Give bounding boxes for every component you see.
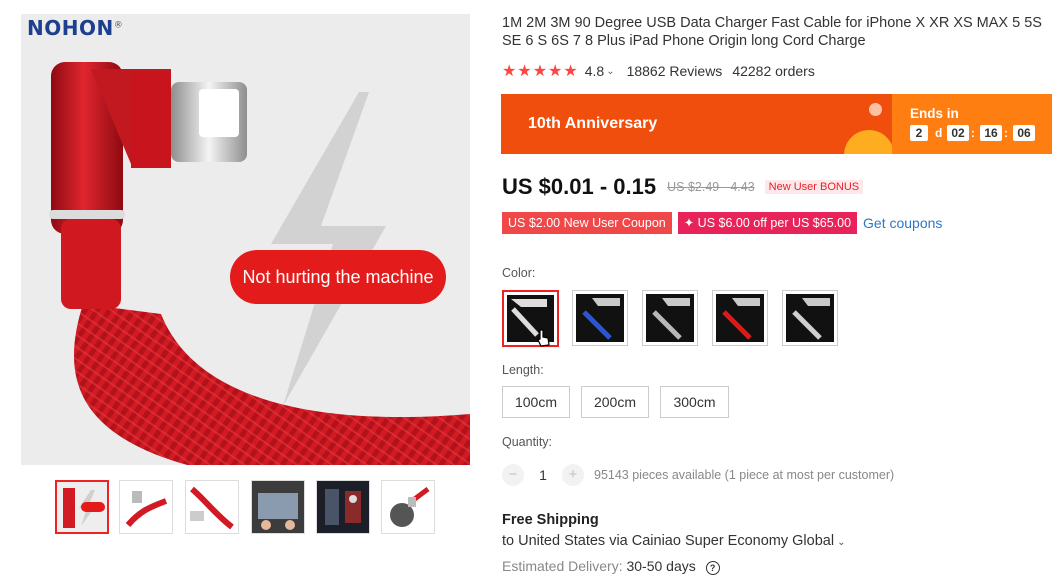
swatch-image	[786, 294, 834, 342]
star-icon: ★	[502, 63, 517, 80]
star-icon: ★	[532, 63, 548, 80]
shipping-title: Free Shipping	[502, 512, 599, 528]
star-icon: ★	[563, 63, 578, 80]
countdown-hours: 02	[947, 125, 969, 141]
thumbnail-3-image	[186, 481, 238, 533]
thumbnail-3[interactable]	[185, 480, 239, 534]
countdown-timer: Ends in 2 d 02 : 16 : 06	[892, 94, 1052, 154]
countdown-days: 2	[910, 125, 928, 141]
thumbnail-4-image	[252, 481, 304, 533]
countdown-separator: :	[971, 126, 975, 140]
thumbnail-4[interactable]	[251, 480, 305, 534]
thumbnail-5-image	[317, 481, 369, 533]
chevron-down-icon[interactable]: ⌄	[837, 537, 845, 548]
promo-banner: 10th Anniversary Ends in 2 d 02 : 16 : 0…	[501, 94, 1052, 154]
quantity-label: Quantity:	[502, 435, 553, 449]
countdown-seconds: 06	[1013, 125, 1035, 141]
rating-value[interactable]: 4.8	[585, 63, 604, 79]
thumbnail-5[interactable]	[316, 480, 370, 534]
quantity-stepper: − 1 + 95143 pieces available (1 piece at…	[502, 463, 894, 487]
thumbnail-2[interactable]	[119, 480, 173, 534]
image-callout: Not hurting the machine	[230, 250, 446, 304]
store-coupon[interactable]: ✦ US $6.00 off per US $65.00	[677, 212, 858, 234]
swatch-image	[716, 294, 764, 342]
decorative-circle	[844, 130, 894, 154]
main-product-image[interactable]: NOHON® Not hurting the machine	[21, 14, 470, 465]
quantity-plus-button[interactable]: +	[562, 464, 584, 486]
decorative-circle	[869, 103, 882, 116]
thumbnail-1-image	[57, 482, 107, 532]
swatch-image	[576, 294, 624, 342]
coupon-row: US $2.00 New User Coupon ✦ US $6.00 off …	[502, 212, 942, 234]
delivery-days: 30-50 days	[626, 558, 696, 574]
thumbnail-6[interactable]	[381, 480, 435, 534]
swatch-blue-image	[576, 294, 624, 342]
brand-logo: NOHON®	[27, 16, 123, 40]
swatch-image	[646, 294, 694, 342]
countdown-label: Ends in	[910, 106, 959, 121]
countdown-minutes: 16	[980, 125, 1002, 141]
shipping-route[interactable]: to United States via Cainiao Super Econo…	[502, 533, 834, 549]
length-label: Length:	[502, 363, 544, 377]
cable-illustration	[49, 62, 470, 465]
color-swatch-blue[interactable]	[572, 290, 628, 346]
quantity-input[interactable]: 1	[524, 467, 562, 483]
price-row: US $0.01 - 0.15 US $2.49 - 4.43 New User…	[502, 174, 864, 200]
reviews-count[interactable]: 18862 Reviews	[627, 63, 723, 79]
product-title: 1M 2M 3M 90 Degree USB Data Charger Fast…	[502, 15, 1042, 49]
new-user-coupon[interactable]: US $2.00 New User Coupon	[502, 212, 672, 234]
original-price: US $2.49 - 4.43	[667, 180, 755, 194]
get-coupons-link[interactable]: Get coupons	[863, 215, 942, 231]
countdown-days-unit: d	[935, 126, 943, 140]
delivery-label: Estimated Delivery:	[502, 558, 623, 574]
rating-stars: ★★★★★	[502, 61, 579, 81]
quantity-minus-button[interactable]: −	[502, 464, 524, 486]
swatch-grey-image	[786, 294, 834, 342]
star-icon: ★	[517, 63, 532, 80]
color-label: Color:	[502, 266, 536, 280]
registered-mark: ®	[113, 20, 124, 31]
star-icon: ★	[548, 63, 563, 80]
brand-name: NOHON	[27, 16, 114, 40]
shipping-method[interactable]: to United States via Cainiao Super Econo…	[502, 533, 845, 549]
color-swatch-red[interactable]	[712, 290, 768, 346]
estimated-delivery: Estimated Delivery: 30-50 days ?	[502, 558, 720, 575]
length-option-300cm[interactable]: 300cm	[660, 386, 729, 418]
countdown-separator: :	[1004, 126, 1008, 140]
rating-row: ★★★★★ 4.8 ⌄ 18862 Reviews 42282 orders	[502, 61, 815, 81]
thumbnail-1[interactable]	[55, 480, 109, 534]
swatch-red-image	[716, 294, 764, 342]
color-swatch-grey[interactable]	[782, 290, 838, 346]
current-price: US $0.01 - 0.15	[502, 174, 657, 199]
hand-cursor-icon	[537, 329, 550, 347]
stock-available: 95143 pieces available (1 piece at most …	[594, 468, 895, 482]
length-option-200cm[interactable]: 200cm	[581, 386, 649, 418]
new-user-badge: New User BONUS	[764, 180, 864, 194]
length-option-100cm[interactable]: 100cm	[502, 386, 570, 418]
orders-count: 42282 orders	[732, 63, 815, 79]
thumbnail-2-image	[120, 481, 172, 533]
chevron-down-icon[interactable]: ⌄	[606, 66, 614, 77]
color-swatch-white[interactable]	[502, 290, 559, 347]
promo-title: 10th Anniversary	[528, 115, 658, 132]
swatch-silver-image	[646, 294, 694, 342]
color-swatch-silver[interactable]	[642, 290, 698, 346]
thumbnail-6-image	[382, 481, 434, 533]
